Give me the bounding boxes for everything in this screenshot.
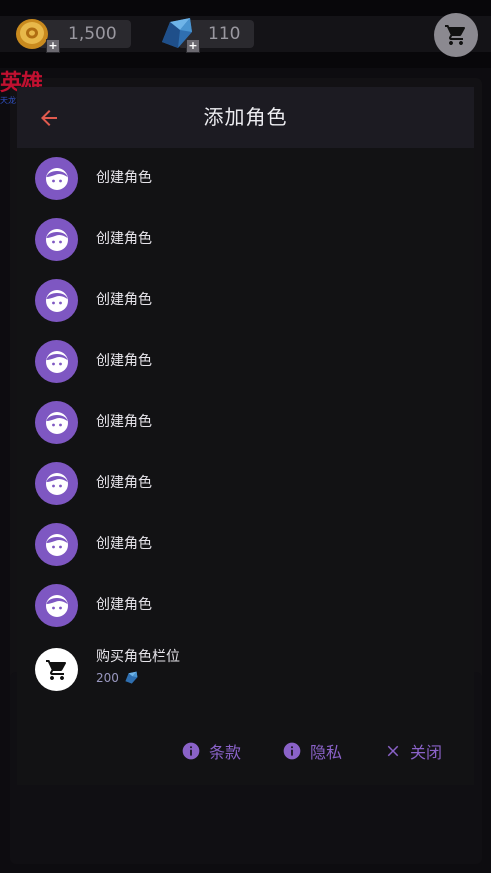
create-character-label: 创建角色 bbox=[96, 475, 152, 491]
close-button[interactable]: 关闭 bbox=[384, 727, 442, 775]
create-character-slot[interactable]: 创建角色 bbox=[17, 331, 474, 392]
create-character-label: 创建角色 bbox=[96, 536, 152, 552]
add-coins-icon[interactable]: + bbox=[46, 39, 60, 53]
create-character-label: 创建角色 bbox=[96, 231, 152, 247]
privacy-label: 隐私 bbox=[310, 743, 343, 762]
cart-icon bbox=[45, 659, 66, 680]
create-character-label: 创建角色 bbox=[96, 414, 152, 430]
back-arrow-icon[interactable] bbox=[37, 106, 61, 130]
create-character-slot[interactable]: 创建角色 bbox=[17, 453, 474, 514]
dialog-title: 添加角色 bbox=[203, 105, 288, 129]
gem-counter[interactable]: + 110 bbox=[156, 18, 255, 53]
character-avatar bbox=[35, 340, 78, 383]
face-icon bbox=[45, 228, 68, 251]
shop-button[interactable] bbox=[434, 13, 478, 57]
create-character-label: 创建角色 bbox=[96, 353, 152, 369]
coin-icon bbox=[16, 19, 48, 49]
terms-link[interactable]: 条款 bbox=[181, 727, 241, 775]
create-character-slot[interactable]: 创建角色 bbox=[17, 209, 474, 270]
create-character-slot[interactable]: 创建角色 bbox=[17, 148, 474, 209]
character-avatar bbox=[35, 584, 78, 627]
add-gems-icon[interactable]: + bbox=[186, 39, 200, 53]
dialog-header: 添加角色 bbox=[17, 87, 474, 148]
face-icon bbox=[45, 289, 68, 312]
character-avatar bbox=[35, 462, 78, 505]
buy-slot-row[interactable]: 购买角色栏位 200 bbox=[17, 637, 474, 701]
create-character-slot[interactable]: 创建角色 bbox=[17, 575, 474, 636]
face-icon bbox=[45, 411, 68, 434]
buy-slot-label: 购买角色栏位 bbox=[96, 649, 180, 665]
privacy-link[interactable]: 隐私 bbox=[282, 727, 342, 775]
face-icon bbox=[45, 594, 68, 617]
dialog-footer: 条款 隐私 关闭 bbox=[17, 727, 474, 775]
info-icon bbox=[182, 742, 200, 760]
cart-icon bbox=[445, 25, 466, 45]
create-character-label: 创建角色 bbox=[96, 597, 152, 613]
face-icon bbox=[45, 167, 68, 190]
face-icon bbox=[45, 472, 68, 495]
character-avatar bbox=[35, 401, 78, 444]
close-label: 关闭 bbox=[410, 743, 443, 762]
create-character-label: 创建角色 bbox=[96, 292, 152, 308]
terms-label: 条款 bbox=[209, 743, 242, 762]
create-character-label: 创建角色 bbox=[96, 170, 152, 186]
buy-slot-avatar bbox=[35, 648, 78, 691]
close-icon bbox=[387, 745, 399, 757]
character-avatar bbox=[35, 523, 78, 566]
face-icon bbox=[45, 533, 68, 556]
coin-counter[interactable]: + 1,500 bbox=[14, 19, 131, 53]
info-icon bbox=[283, 742, 301, 760]
buy-slot-price-value: 200 bbox=[96, 671, 119, 685]
character-avatar bbox=[35, 157, 78, 200]
character-avatar bbox=[35, 218, 78, 261]
gem-icon bbox=[125, 671, 138, 684]
buy-slot-price: 200 bbox=[96, 669, 139, 687]
face-icon bbox=[45, 350, 68, 373]
create-character-slot[interactable]: 创建角色 bbox=[17, 514, 474, 575]
add-character-dialog: 添加角色 创建角色 创建角色 创建角色 创建角色 创建角色 创建角色 创建角色 创建角色 购买… bbox=[17, 87, 474, 785]
create-character-slot[interactable]: 创建角色 bbox=[17, 392, 474, 453]
create-character-slot[interactable]: 创建角色 bbox=[17, 270, 474, 331]
top-bar: + 1,500 + 110 bbox=[0, 0, 491, 68]
character-avatar bbox=[35, 279, 78, 322]
